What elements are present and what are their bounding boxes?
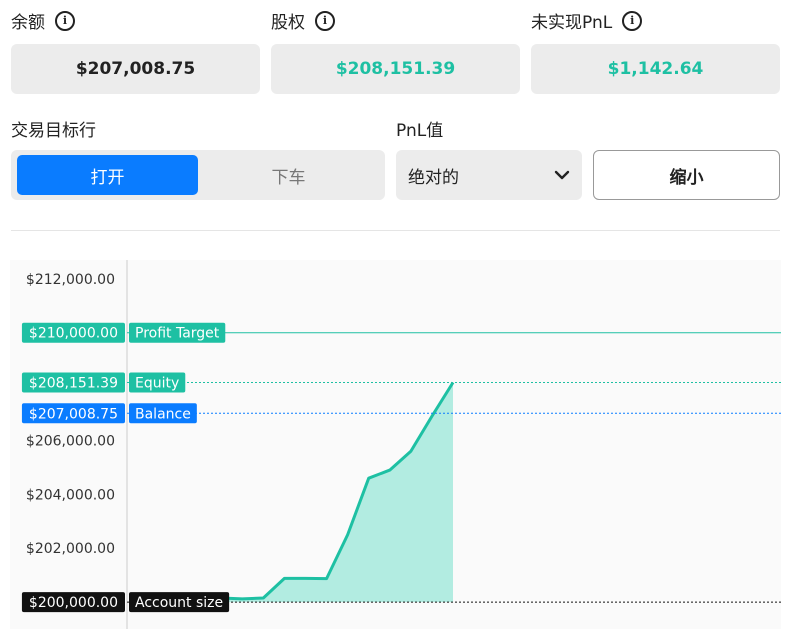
unrealized-pnl-label: 未实现PnL bbox=[531, 13, 613, 33]
balance-value-box: $207,008.75 bbox=[11, 44, 260, 94]
equity-label: 股权 bbox=[271, 13, 305, 33]
price-label-text: $210,000.00 bbox=[29, 326, 118, 342]
series-name-label-text: Profit Target bbox=[135, 326, 220, 342]
price-label-text: $208,151.39 bbox=[29, 376, 118, 392]
price-label-text: $200,000.00 bbox=[29, 595, 118, 611]
info-icon[interactable]: i bbox=[315, 10, 335, 31]
unrealized-pnl-value: $1,142.64 bbox=[607, 59, 704, 79]
pnl-value-select[interactable]: 绝对的 bbox=[396, 150, 582, 200]
toggle-open-button[interactable]: 打开 bbox=[17, 155, 198, 195]
series-name-label-text: Balance bbox=[135, 406, 191, 422]
pnl-value-selected: 绝对的 bbox=[408, 167, 459, 188]
chevron-down-icon bbox=[554, 170, 570, 180]
unrealized-pnl-value-box: $1,142.64 bbox=[531, 44, 780, 94]
equity-stat-label: 股权 i bbox=[271, 8, 335, 33]
price-label-text: $207,008.75 bbox=[29, 406, 118, 422]
equity-value: $208,151.39 bbox=[335, 59, 456, 79]
series-name-label-text: Equity bbox=[135, 376, 179, 392]
trade-target-toggle: 打开 下车 bbox=[11, 150, 385, 200]
unrealized-pnl-stat-label: 未实现PnL i bbox=[531, 8, 643, 33]
zoom-out-button[interactable]: 缩小 bbox=[593, 150, 780, 200]
y-tick-label: $202,000.00 bbox=[26, 541, 115, 557]
trade-target-label: 交易目标行 bbox=[11, 121, 96, 141]
divider bbox=[11, 230, 780, 231]
info-icon[interactable]: i bbox=[55, 10, 75, 31]
equity-chart: $212,000.00 $206,000.00 $204,000.00 $202,00… bbox=[10, 260, 781, 629]
y-tick-label: $206,000.00 bbox=[26, 433, 115, 449]
info-icon[interactable]: i bbox=[622, 10, 643, 31]
toggle-off-button[interactable]: 下车 bbox=[198, 155, 379, 195]
balance-value: $207,008.75 bbox=[75, 59, 196, 79]
equity-value-box: $208,151.39 bbox=[271, 44, 520, 94]
pnl-value-label: PnL值 bbox=[396, 121, 444, 141]
series-name-label-text: Account size bbox=[135, 595, 223, 611]
y-tick-label: $212,000.00 bbox=[26, 272, 115, 288]
balance-label: 余额 bbox=[11, 13, 45, 33]
balance-stat-label: 余额 i bbox=[11, 8, 75, 33]
y-tick-label: $204,000.00 bbox=[26, 487, 115, 503]
